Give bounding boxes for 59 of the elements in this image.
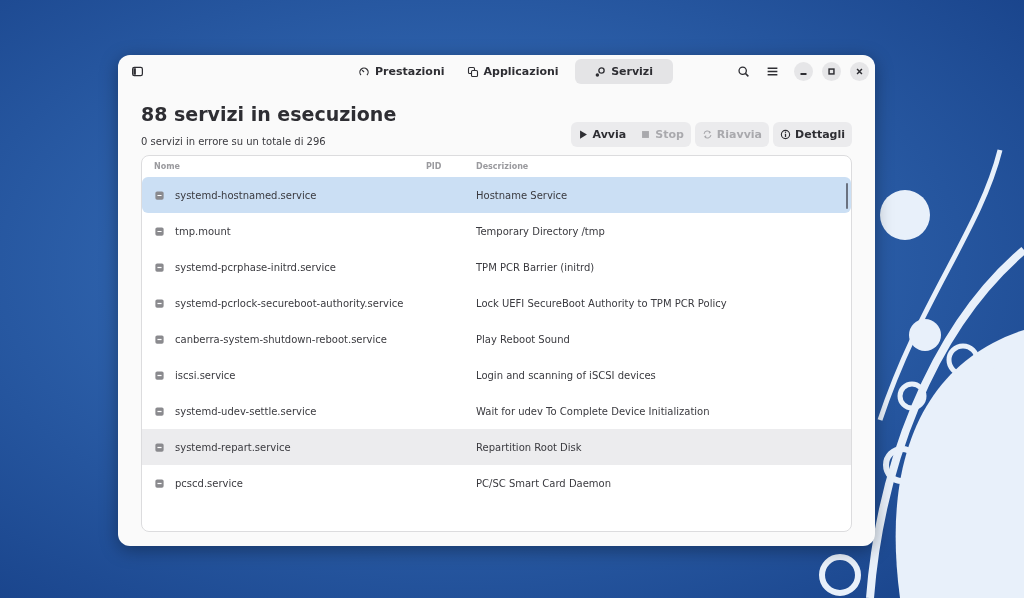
service-name: systemd-hostnamed.service [175, 189, 317, 201]
service-description: Lock UEFI SecureBoot Authority to TPM PCR Policy [476, 297, 727, 309]
scrollbar[interactable] [846, 183, 848, 209]
action-button[interactable]: Avvia [570, 122, 634, 147]
service-name: systemd-pcrphase-initrd.service [175, 261, 336, 273]
summary-text: 0 servizi in errore su un totale di 296 [141, 136, 327, 147]
minimize-button[interactable] [794, 62, 813, 81]
minus-square-icon [154, 405, 165, 417]
sidebar-icon [130, 65, 144, 78]
info-icon [780, 129, 792, 140]
minus-square-icon [154, 297, 165, 309]
service-description: TPM PCR Barrier (initrd) [476, 261, 595, 273]
minus-square-icon [154, 225, 165, 237]
gears-icon [594, 65, 607, 78]
table-row[interactable]: systemd-udev-settle.service Wait for udev To Complete Device Initialization [142, 393, 851, 429]
service-description: Login and scanning of iSCSI devices [476, 369, 656, 381]
service-name: iscsi.service [175, 369, 236, 381]
search-icon [736, 65, 750, 78]
minus-square-icon [154, 189, 165, 201]
table-row[interactable]: systemd-pcrlock-secureboot-authority.service Lock UEFI SecureBoot Authority to TPM PCR Policy [142, 285, 851, 321]
service-description: Repartition Root Disk [476, 441, 582, 453]
minus-square-icon [154, 261, 165, 273]
maximize-icon [825, 65, 838, 78]
service-name: systemd-udev-settle.service [175, 405, 317, 417]
gauge-icon [358, 65, 370, 78]
service-description: PC/SC Smart Card Daemon [476, 477, 612, 489]
minus-square-icon [154, 333, 165, 345]
minus-square-icon [154, 441, 165, 453]
tab[interactable]: Applicazioni [456, 59, 569, 84]
minus-square-icon [154, 477, 165, 489]
tab[interactable]: Servizi [574, 59, 673, 84]
service-name: systemd-pcrlock-secureboot-authority.service [175, 297, 404, 309]
table-row[interactable]: iscsi.service Login and scanning of iSCSI devices [142, 357, 851, 393]
windows-icon [466, 65, 479, 78]
table-row[interactable]: systemd-repart.service Repartition Root Disk [142, 429, 851, 465]
maximize-button[interactable] [822, 62, 841, 81]
service-description: Wait for udev To Complete Device Initialization [476, 405, 710, 417]
table-row[interactable]: canberra-system-shutdown-reboot.service Play Reboot Sound [142, 321, 851, 357]
service-name: pcscd.service [175, 477, 243, 489]
table-row[interactable]: systemd-hostnamed.service Hostname Service [142, 177, 851, 213]
table-row[interactable]: tmp.mount Temporary Directory /tmp [142, 213, 851, 249]
minimize-icon [800, 73, 807, 75]
close-button[interactable] [850, 62, 869, 81]
menu-icon [765, 65, 779, 78]
action-button[interactable]: Dettagli [773, 122, 852, 147]
minus-square-icon [154, 369, 165, 381]
stop-icon [640, 129, 652, 140]
table-row[interactable]: pcscd.service PC/SC Smart Card Daemon [142, 465, 851, 501]
page-title: 88 servizi in esecuzione [141, 102, 397, 126]
table-row[interactable]: systemd-pcrphase-initrd.service TPM PCR Barrier (initrd) [142, 249, 851, 285]
tab[interactable]: Prestazioni [348, 59, 455, 84]
service-description: Temporary Directory /tmp [476, 225, 605, 237]
restart-icon [701, 129, 713, 140]
service-name: tmp.mount [175, 225, 231, 237]
service-name: canberra-system-shutdown-reboot.service [175, 333, 387, 345]
play-icon [577, 129, 589, 140]
service-description: Hostname Service [476, 189, 568, 201]
service-description: Play Reboot Sound [476, 333, 570, 345]
service-name: systemd-repart.service [175, 441, 291, 453]
